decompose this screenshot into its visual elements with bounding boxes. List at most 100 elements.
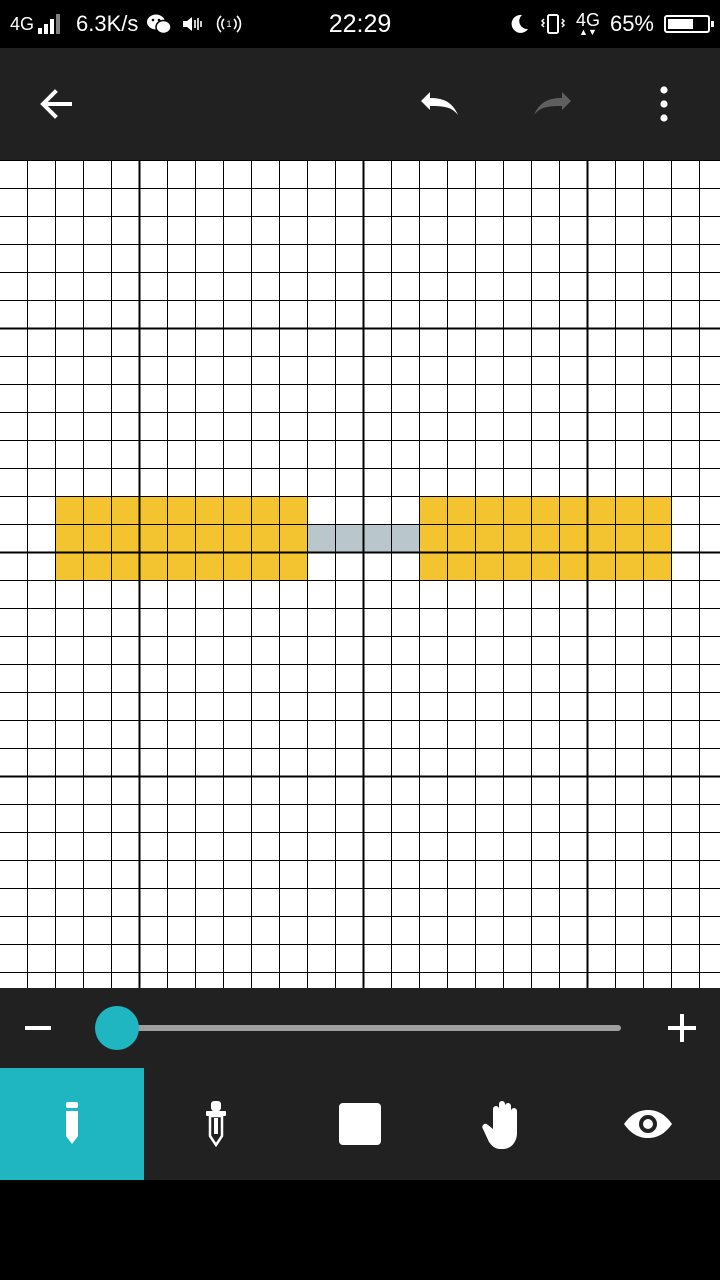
back-arrow-icon xyxy=(40,89,72,119)
vibrate-icon xyxy=(540,14,565,34)
pencil-tool-button[interactable] xyxy=(0,1068,144,1180)
pixel-gray[interactable] xyxy=(335,524,363,552)
pixel-yellow[interactable] xyxy=(419,524,447,552)
battery-icon xyxy=(664,15,714,33)
pixel-yellow[interactable] xyxy=(111,524,139,552)
pixel-yellow[interactable] xyxy=(251,524,279,552)
pixel-yellow[interactable] xyxy=(447,552,475,580)
pixel-yellow[interactable] xyxy=(447,496,475,524)
pixel-yellow[interactable] xyxy=(111,496,139,524)
pixel-yellow[interactable] xyxy=(167,552,195,580)
status-bar: 4G 6.3K/s 1 22:29 4G ▲▼ 65% xyxy=(0,0,720,48)
pixel-yellow[interactable] xyxy=(643,552,671,580)
pixel-yellow[interactable] xyxy=(55,552,83,580)
pixel-yellow[interactable] xyxy=(643,496,671,524)
status-bar-left: 4G 6.3K/s 1 xyxy=(10,0,244,48)
zoom-slider-thumb[interactable] xyxy=(95,1006,139,1050)
navigation-area xyxy=(0,1180,720,1280)
zoom-in-button[interactable] xyxy=(662,1006,702,1050)
signal-bars-icon xyxy=(38,14,61,34)
wechat-icon xyxy=(147,14,173,35)
pixel-gray[interactable] xyxy=(307,524,335,552)
back-button[interactable] xyxy=(16,48,96,160)
network-type-label-2: 4G ▲▼ xyxy=(575,9,600,37)
pixel-yellow[interactable] xyxy=(279,552,307,580)
eye-icon xyxy=(624,1110,672,1138)
pixel-yellow[interactable] xyxy=(195,524,223,552)
pixel-canvas[interactable] xyxy=(0,160,720,988)
pixel-yellow[interactable] xyxy=(531,552,559,580)
pixel-grid[interactable] xyxy=(0,160,720,988)
pixel-yellow[interactable] xyxy=(279,524,307,552)
pixel-yellow[interactable] xyxy=(83,496,111,524)
undo-button[interactable] xyxy=(400,48,480,160)
pixel-yellow[interactable] xyxy=(531,524,559,552)
pixel-yellow[interactable] xyxy=(223,496,251,524)
hand-tool-button[interactable] xyxy=(432,1068,576,1180)
pixel-yellow[interactable] xyxy=(139,496,167,524)
pixel-yellow[interactable] xyxy=(475,552,503,580)
pixel-yellow[interactable] xyxy=(503,524,531,552)
pixel-yellow[interactable] xyxy=(167,496,195,524)
moon-icon xyxy=(511,14,528,33)
hand-icon xyxy=(482,1101,517,1149)
overflow-menu-icon xyxy=(660,86,668,122)
pixel-yellow[interactable] xyxy=(475,496,503,524)
pixel-yellow[interactable] xyxy=(531,496,559,524)
pixel-yellow[interactable] xyxy=(503,552,531,580)
pixel-yellow[interactable] xyxy=(251,552,279,580)
pixel-yellow[interactable] xyxy=(419,552,447,580)
pixel-yellow[interactable] xyxy=(167,524,195,552)
pixel-yellow[interactable] xyxy=(251,496,279,524)
pixel-yellow[interactable] xyxy=(195,552,223,580)
pixel-yellow[interactable] xyxy=(587,524,615,552)
pixel-yellow[interactable] xyxy=(587,552,615,580)
overflow-menu-button[interactable] xyxy=(624,48,704,160)
plus-icon xyxy=(668,1014,696,1042)
hotspot-icon: 1 xyxy=(217,15,242,33)
pixel-yellow[interactable] xyxy=(475,524,503,552)
pixel-gray[interactable] xyxy=(363,524,391,552)
pixel-yellow[interactable] xyxy=(223,524,251,552)
battery-percent: 65% xyxy=(609,11,654,36)
pixel-yellow[interactable] xyxy=(195,496,223,524)
zoom-slider-track[interactable] xyxy=(117,1025,621,1031)
pixel-yellow[interactable] xyxy=(55,496,83,524)
pixel-yellow[interactable] xyxy=(643,524,671,552)
svg-text:1: 1 xyxy=(227,19,232,29)
undo-icon xyxy=(421,92,458,115)
pixel-yellow[interactable] xyxy=(447,524,475,552)
preview-tool-button[interactable] xyxy=(576,1068,720,1180)
pixel-yellow[interactable] xyxy=(615,524,643,552)
redo-icon xyxy=(534,92,571,115)
zoom-out-button[interactable] xyxy=(18,1006,58,1050)
pixel-yellow[interactable] xyxy=(615,552,643,580)
pixel-yellow[interactable] xyxy=(223,552,251,580)
vibrate-volume-icon xyxy=(183,17,203,31)
pixel-yellow[interactable] xyxy=(559,524,587,552)
redo-button[interactable] xyxy=(512,48,592,160)
tool-bar xyxy=(0,1068,720,1180)
minus-icon xyxy=(25,1026,51,1030)
color-swatch-button[interactable] xyxy=(288,1068,432,1180)
pixel-gray[interactable] xyxy=(391,524,419,552)
pixel-yellow[interactable] xyxy=(55,524,83,552)
status-bar-right: 4G ▲▼ 65% xyxy=(508,0,714,48)
pixel-yellow[interactable] xyxy=(83,524,111,552)
pixel-yellow[interactable] xyxy=(139,552,167,580)
network-speed: 6.3K/s xyxy=(76,11,139,36)
pixel-yellow[interactable] xyxy=(559,496,587,524)
pixel-yellow[interactable] xyxy=(587,496,615,524)
pixel-yellow[interactable] xyxy=(83,552,111,580)
square-icon xyxy=(339,1103,381,1145)
eyedropper-tool-button[interactable] xyxy=(144,1068,288,1180)
pixel-yellow[interactable] xyxy=(279,496,307,524)
top-toolbar xyxy=(0,48,720,160)
pencil-icon xyxy=(66,1102,78,1144)
pixel-yellow[interactable] xyxy=(503,496,531,524)
pixel-yellow[interactable] xyxy=(615,496,643,524)
pixel-yellow[interactable] xyxy=(111,552,139,580)
pixel-yellow[interactable] xyxy=(419,496,447,524)
pixel-yellow[interactable] xyxy=(139,524,167,552)
pixel-yellow[interactable] xyxy=(559,552,587,580)
